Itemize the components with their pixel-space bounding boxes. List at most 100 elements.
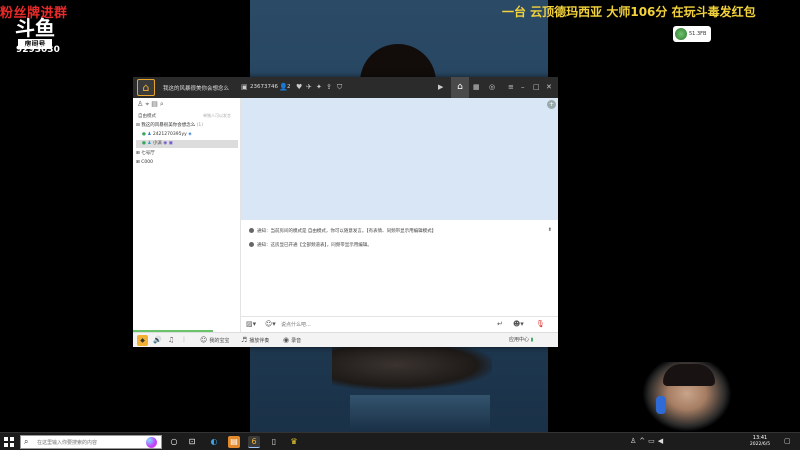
scroll-arrow-icon[interactable]: ⬍	[548, 227, 552, 233]
game-app-icon[interactable]: ♛	[288, 436, 300, 448]
folder-app-icon[interactable]: ▤	[228, 436, 240, 448]
room-id-icon: ▣	[241, 83, 248, 91]
message-item: 通知：这房显已开通【全部频道表】，同频带显示用编辑。	[249, 242, 372, 248]
user-name: 2421270395yy	[152, 132, 187, 137]
close-icon[interactable]: ✕	[546, 82, 552, 92]
sidebar-toolbar: ♙⌖▤⌕	[137, 100, 166, 109]
image-icon[interactable]: ▨▾	[246, 320, 256, 328]
taskbar-search-input[interactable]	[37, 438, 137, 447]
channel-name: 我这的风暴很美你会想念么	[141, 123, 196, 128]
badge-icon: ◉ ▣	[163, 141, 173, 146]
floating-widget-text: 51.3FB	[689, 31, 707, 37]
add-icon[interactable]: +	[547, 100, 556, 109]
settings-gear-icon[interactable]: ✦	[316, 82, 322, 92]
channel-member-count: (1)	[196, 123, 204, 128]
channel-tree-root[interactable]: ⊟ 我这的风暴很美你会想念么 (1)	[136, 122, 238, 130]
bottom-toolbar: ◆ 🔊 ♫ ⫶ ☺ 我的宝宝 ♬ 播放伴奏 ◉ 录音 应用中心 ▮	[133, 332, 558, 347]
app-center-button[interactable]: 应用中心 ▮	[509, 336, 533, 345]
room-number: 9293030	[16, 45, 60, 55]
app-logo-icon[interactable]: ⌂	[137, 79, 155, 96]
mode-label: 自由模式	[138, 114, 156, 119]
record-button[interactable]: ◉ 录音	[283, 336, 301, 346]
record-icon: ◉	[283, 336, 290, 344]
shield-icon[interactable]: ⛉	[337, 82, 342, 92]
video-area: +	[241, 98, 558, 220]
menu-icon[interactable]: ≡	[508, 82, 514, 92]
app-mini-logo-icon[interactable]: ◆	[137, 335, 148, 346]
airplane-icon[interactable]: ✈	[306, 82, 312, 92]
video-icon[interactable]: ▶	[438, 82, 443, 92]
search-icon: ⌕	[24, 437, 29, 446]
home-tab-icon[interactable]: ⌂	[451, 77, 469, 98]
speaker-icon[interactable]: 🔊	[153, 336, 164, 346]
streamer-hair	[663, 364, 715, 386]
message-item: 通知：当前房间的模式是 自由模式，你可以随意发言。【有表情、同频带显示用编辑模式…	[249, 228, 436, 234]
maximize-icon[interactable]: □	[533, 82, 540, 92]
windows-taskbar: ⌕ ○ ⊡ ◐ ▤ 6 ▯ ♛ ♙^▭◀ 13:41 2022/6/5 ▢	[0, 432, 800, 450]
channel-user-item[interactable]: ● ♟ 2421270395yy ◈	[136, 131, 238, 139]
tray-person-icon[interactable]: ♙	[630, 437, 639, 445]
edge-browser-icon[interactable]: ◐	[208, 436, 220, 448]
stream-headline: 一台 云顶德玛西亚 大师106分 在玩斗毒发红包	[502, 5, 756, 19]
mode-tip: 单独人可以发言	[203, 113, 231, 118]
voice-chat-window: ⌂ 我这的风暴很美你会想念么 ▣ 23673746 👤 2 ♥ ✈ ✦ ⇪ ⛉ …	[133, 77, 558, 347]
taskbar-clock[interactable]: 13:41 2022/6/5	[745, 435, 775, 448]
equalizer-icon[interactable]: ⫶	[183, 336, 187, 346]
channel-sidebar: ♙⌖▤⌕ 自由模式 单独人可以发言 ⊟ 我这的风暴很美你会想念么 (1) ● ♟…	[133, 98, 241, 332]
person-icon: ☺	[200, 336, 208, 344]
note-icon[interactable]: ▤	[151, 100, 160, 108]
user-count: 2	[287, 84, 291, 90]
search-highlight-icon[interactable]	[146, 437, 157, 448]
message-list: 通知：当前房间的模式是 自由模式，你可以随意发言。【有表情、同频带显示用编辑模式…	[241, 220, 558, 316]
task-view-icon[interactable]: ○	[168, 436, 180, 448]
wallpaper-dog	[332, 340, 492, 390]
windows-start-icon[interactable]	[4, 437, 14, 447]
voice-app-taskbar-icon[interactable]: 6	[248, 436, 260, 448]
emoji-icon[interactable]: ☺▾	[265, 320, 276, 328]
tray-volume-icon[interactable]: ◀	[658, 437, 666, 445]
system-tray: ♙^▭◀	[630, 437, 666, 445]
send-icon[interactable]: ↵	[497, 320, 503, 328]
signal-icon: ▮	[530, 337, 534, 343]
chat-input[interactable]	[281, 320, 481, 330]
mic-level-icon[interactable]: ♫	[168, 336, 176, 346]
info-icon	[249, 242, 254, 247]
clock-date: 2022/6/5	[749, 442, 771, 447]
floating-widget[interactable]: 51.3FB	[673, 26, 711, 42]
play-accompaniment-button[interactable]: ♬ 播放伴奏	[241, 336, 269, 346]
notification-icon[interactable]: ▢	[784, 437, 794, 447]
streamer-headset	[656, 396, 666, 414]
channel-user-item-selected[interactable]: ● ♟ 小派 ◉ ▣	[136, 140, 238, 148]
gamepad-icon[interactable]: ◎	[489, 82, 495, 92]
wallpaper-reflection	[350, 395, 490, 432]
subchannel-item[interactable]: ⊞ 七号厅	[136, 150, 238, 158]
title-bar: ⌂ 我这的风暴很美你会想念么 ▣ 23673746 👤 2 ♥ ✈ ✦ ⇪ ⛉ …	[133, 77, 558, 98]
subchannel-item[interactable]: ⊞ C000	[136, 159, 238, 167]
notepad-icon[interactable]: ▯	[268, 436, 280, 448]
microphone-icon[interactable]: 🎙	[536, 320, 545, 328]
voice-emoji-icon[interactable]: ☻▾	[513, 320, 524, 328]
subchannel-name: C000	[141, 160, 153, 165]
search-icon[interactable]: ⌕	[160, 100, 166, 108]
info-icon	[249, 228, 254, 233]
favorite-icon[interactable]: ♥	[296, 82, 302, 92]
tray-expand-icon[interactable]: ^	[639, 437, 648, 445]
user-name: 小派	[152, 141, 162, 146]
taskbar-search[interactable]: ⌕	[20, 435, 162, 449]
channel-title: 我这的风暴很美你会想念么	[163, 86, 230, 92]
tray-network-icon[interactable]: ▭	[648, 437, 658, 445]
minimize-icon[interactable]: –	[521, 82, 525, 92]
room-id: 23673746	[250, 84, 278, 90]
music-note-icon: ♬	[241, 336, 248, 344]
share-icon[interactable]: ⇪	[326, 82, 332, 92]
desktop-screen: 粉丝牌进群 斗鱼 房间号 9293030 一台 云顶德玛西亚 大师106分 在玩…	[0, 0, 800, 450]
my-baby-button[interactable]: ☺ 我的宝宝	[200, 336, 229, 346]
chat-input-bar: ▨▾ ☺▾ ↵ ☻▾ 🎙	[241, 316, 558, 332]
globe-icon	[675, 28, 687, 40]
clock-time: 13:41	[752, 435, 768, 441]
badge-icon: ◈	[188, 132, 192, 137]
task-switch-icon[interactable]: ⊡	[186, 436, 198, 448]
douyu-logo-text: 斗鱼	[15, 16, 55, 40]
calculator-icon[interactable]: ▦	[473, 82, 480, 92]
subchannel-name: 七号厅	[141, 151, 155, 156]
